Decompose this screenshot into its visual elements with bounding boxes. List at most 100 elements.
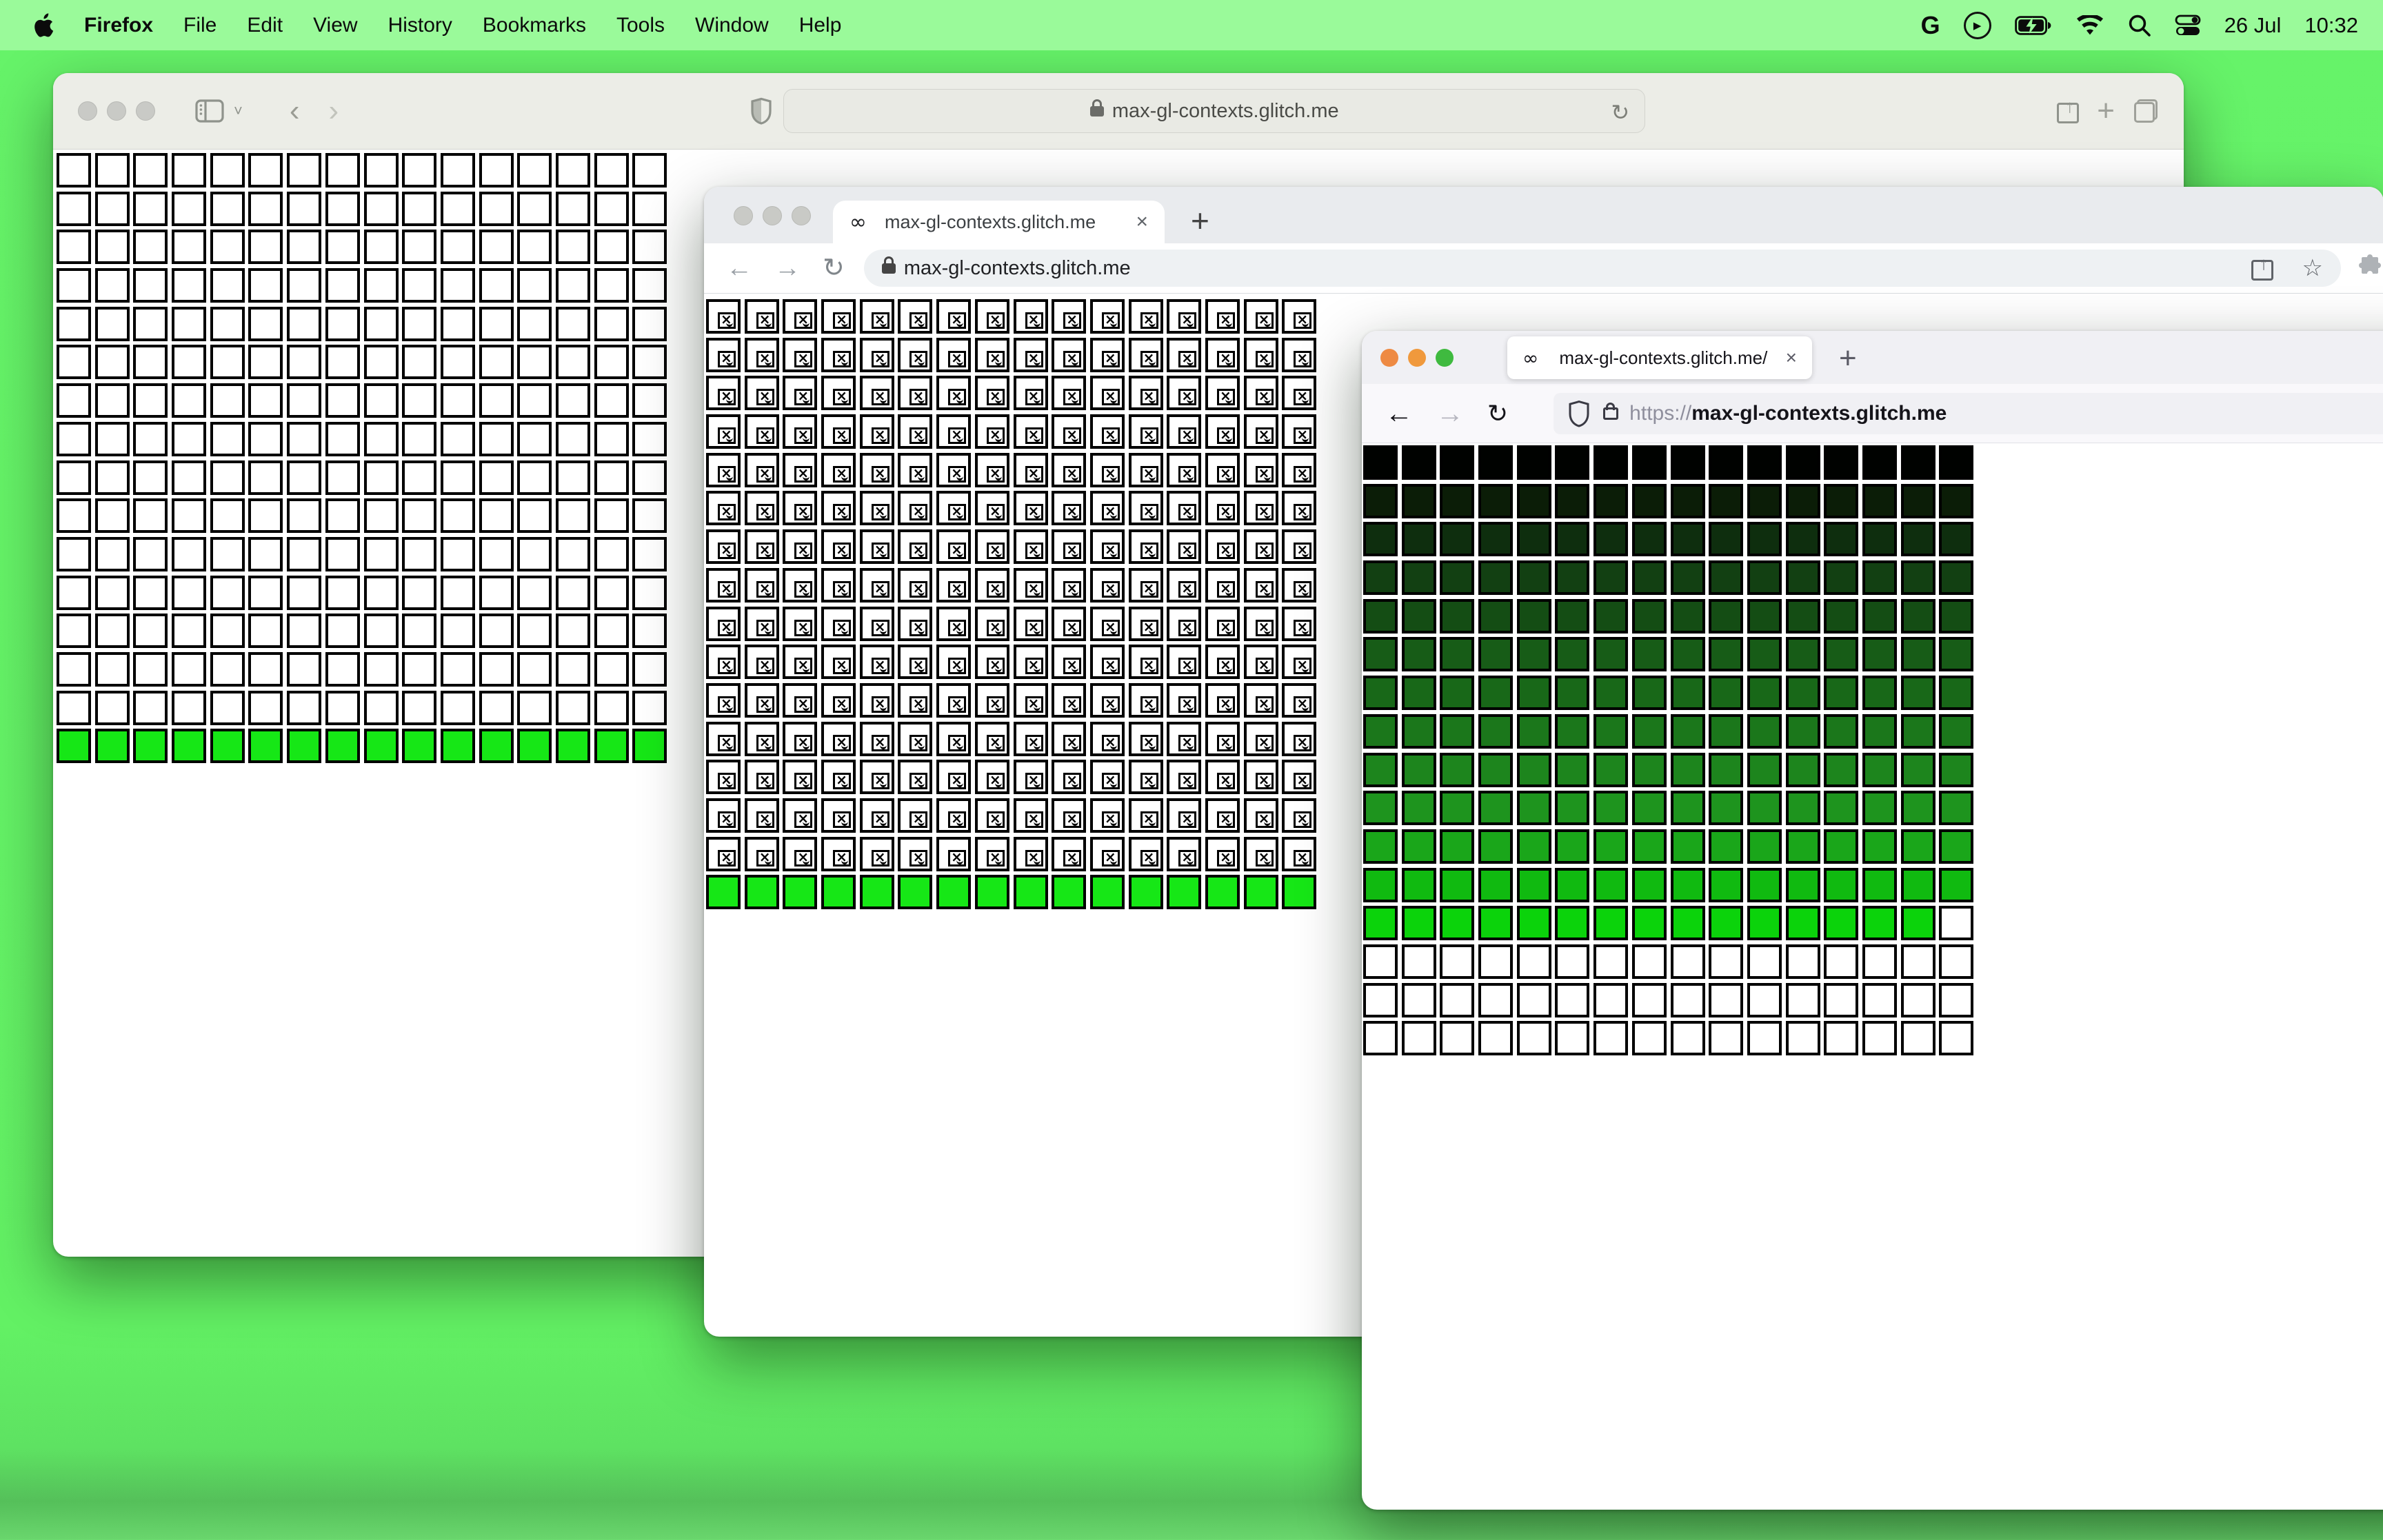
play-circle-icon[interactable]: ▶ [1963, 11, 1991, 39]
menu-item[interactable]: Bookmarks [483, 14, 586, 37]
zoom-button[interactable] [1436, 348, 1454, 367]
grid-cell: × [936, 337, 972, 372]
grid-cell [1440, 598, 1475, 634]
tab-overview-icon[interactable] [2134, 99, 2158, 123]
chrome-url-field[interactable]: max-gl-contexts.glitch.me ↑ ☆ [863, 250, 2341, 287]
broken-image-icon: × [1063, 580, 1082, 598]
menu-item[interactable]: Tools [616, 14, 665, 37]
grid-cell [210, 651, 245, 687]
broken-image-icon: × [1063, 312, 1082, 329]
zoom-button[interactable] [136, 101, 155, 121]
menu-item[interactable]: Edit [247, 14, 283, 37]
broken-image-icon: × [794, 811, 813, 828]
broken-image-icon: × [1216, 696, 1235, 713]
menu-item[interactable]: File [183, 14, 217, 37]
search-icon[interactable] [2128, 14, 2151, 37]
back-button[interactable]: ← [1385, 400, 1413, 427]
broken-image-icon: × [718, 849, 736, 867]
control-center-icon[interactable] [2175, 14, 2201, 37]
new-tab-button[interactable]: + [2097, 96, 2115, 126]
grid-cell [172, 383, 207, 418]
reload-button[interactable]: ↻ [1487, 401, 1508, 426]
menu-item-app[interactable]: Firefox [84, 14, 153, 37]
grid-cell [248, 306, 283, 341]
broken-image-icon: × [1025, 312, 1043, 329]
zoom-button[interactable] [792, 206, 811, 225]
broken-image-icon: × [833, 427, 852, 445]
grid-cell [363, 729, 399, 764]
grid-cell [363, 421, 399, 456]
forward-button[interactable]: › [329, 96, 339, 126]
google-g-icon[interactable]: G [1921, 11, 1940, 40]
bookmark-star-icon[interactable]: ☆ [2302, 254, 2323, 282]
grid-cell [210, 575, 245, 610]
broken-image-icon: × [1140, 427, 1158, 445]
grid-cell [1516, 791, 1551, 826]
grid-cell: × [1013, 606, 1048, 641]
grid-cell [1516, 713, 1551, 749]
apple-logo-icon[interactable] [33, 12, 54, 38]
minimize-button[interactable] [1408, 348, 1426, 367]
shield-icon[interactable] [1567, 400, 1591, 427]
grid-cell: × [783, 491, 818, 526]
chevron-down-icon[interactable]: ˅ [234, 102, 243, 120]
grid-cell: × [821, 836, 856, 871]
share-icon[interactable]: ↑ [2057, 97, 2080, 123]
back-button[interactable]: ‹ [290, 96, 300, 126]
broken-image-icon: × [1025, 696, 1043, 713]
new-tab-button[interactable]: + [1839, 343, 1857, 374]
grid-cell [440, 268, 475, 303]
grid-cell [210, 729, 245, 764]
grid-cell: × [898, 567, 933, 602]
battery-charging-icon[interactable] [2014, 15, 2052, 35]
grid-cell [1089, 875, 1125, 910]
grid-cell [402, 153, 437, 188]
firefox-url-field[interactable]: https://max-gl-contexts.glitch.me [1554, 392, 2383, 434]
grid-cell [1670, 522, 1705, 557]
grid-cell: × [859, 299, 894, 334]
broken-image-icon: × [1101, 350, 1120, 367]
reload-icon[interactable]: ↻ [1611, 99, 1629, 125]
forward-button[interactable]: → [1436, 400, 1464, 427]
broken-image-icon: × [1063, 658, 1082, 675]
broken-image-icon: × [1255, 389, 1274, 406]
grid-cell [248, 498, 283, 534]
firefox-active-tab[interactable]: ∞ max-gl-contexts.glitch.me/ × [1507, 336, 1812, 379]
broken-image-icon: × [909, 811, 928, 828]
menu-item[interactable]: View [313, 14, 357, 37]
close-tab-icon[interactable]: × [1786, 347, 1797, 369]
extensions-puzzle-icon[interactable] [2356, 254, 2383, 282]
sidebar-icon[interactable] [195, 99, 224, 123]
menu-item[interactable]: Help [799, 14, 842, 37]
reload-button[interactable]: ↻ [823, 255, 845, 281]
forward-button[interactable]: → [774, 255, 801, 281]
shield-icon[interactable] [750, 97, 772, 125]
close-button[interactable] [1380, 348, 1398, 367]
broken-image-icon: × [1063, 619, 1082, 636]
grid-cell [1593, 982, 1629, 1017]
broken-image-icon: × [1025, 773, 1043, 790]
wifi-icon[interactable] [2075, 14, 2104, 36]
close-tab-icon[interactable]: × [1136, 210, 1148, 234]
grid-cell: × [1282, 721, 1317, 756]
grid-cell [1824, 560, 1859, 596]
grid-cell [1516, 867, 1551, 902]
broken-image-icon: × [909, 427, 928, 445]
back-button[interactable]: ← [726, 255, 752, 281]
close-button[interactable] [734, 206, 753, 225]
share-icon[interactable]: ↑ [2251, 254, 2273, 281]
minimize-button[interactable] [763, 206, 782, 225]
grid-cell [1747, 944, 1782, 979]
grid-cell: × [1128, 836, 1163, 871]
safari-url-field[interactable]: max-gl-contexts.glitch.me ↻ [783, 89, 1646, 133]
menu-item[interactable]: History [388, 14, 452, 37]
grid-cell: × [859, 682, 894, 718]
menu-item[interactable]: Window [695, 14, 769, 37]
new-tab-button[interactable]: + [1191, 205, 1209, 236]
grid-cell [706, 875, 741, 910]
grid-cell [1401, 483, 1436, 518]
close-button[interactable] [78, 101, 97, 121]
grid-cell [1939, 560, 1974, 596]
chrome-active-tab[interactable]: ∞ max-gl-contexts.glitch.me × [833, 201, 1165, 243]
minimize-button[interactable] [107, 101, 126, 121]
